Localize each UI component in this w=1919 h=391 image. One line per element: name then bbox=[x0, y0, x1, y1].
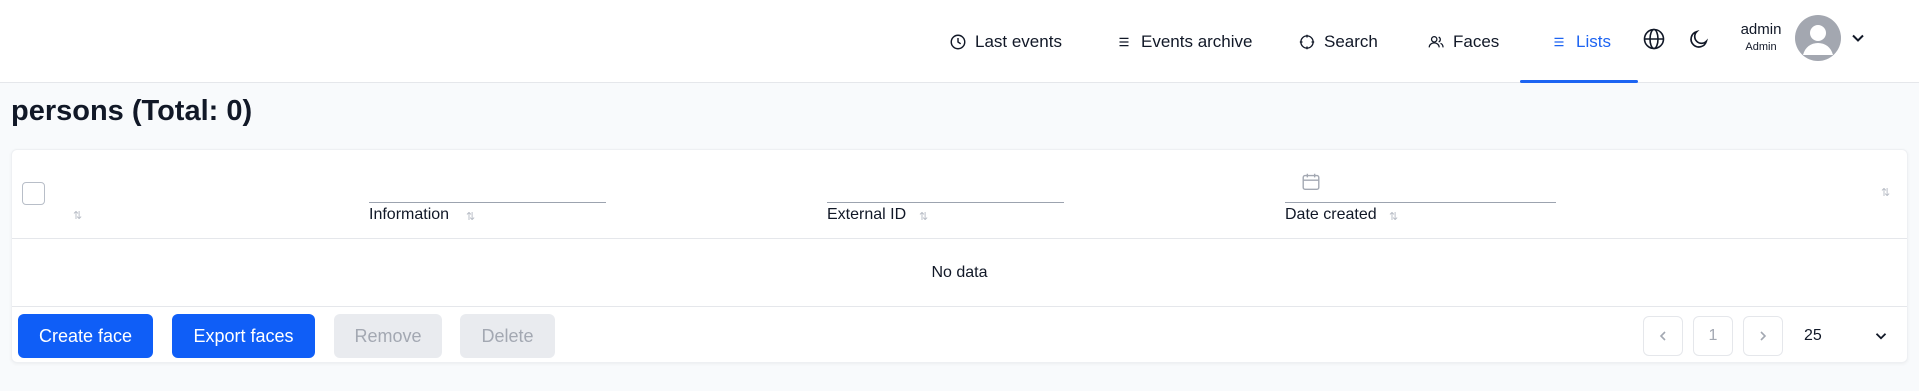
list-icon bbox=[1119, 37, 1129, 46]
search-icon bbox=[1299, 34, 1315, 49]
table-header: ⇅ Information ⇅ External ID ⇅ Date creat… bbox=[12, 150, 1907, 239]
column-header-external-id: External ID bbox=[827, 206, 907, 223]
persons-table-card: ⇅ Information ⇅ External ID ⇅ Date creat… bbox=[11, 149, 1908, 363]
export-faces-button[interactable]: Export faces bbox=[172, 314, 315, 358]
page-size-value: 25 bbox=[1804, 327, 1822, 344]
delete-button: Delete bbox=[460, 314, 555, 358]
select-all-checkbox[interactable] bbox=[22, 182, 45, 205]
user-avatar-icon bbox=[1803, 25, 1833, 55]
date-created-filter-input[interactable] bbox=[1285, 202, 1556, 203]
nav-faces[interactable]: Faces bbox=[1427, 0, 1499, 83]
remove-button: Remove bbox=[334, 314, 442, 358]
language-button[interactable] bbox=[1641, 26, 1667, 52]
chevron-down-icon bbox=[1875, 333, 1887, 340]
theme-toggle-button[interactable] bbox=[1686, 26, 1712, 52]
avatar[interactable] bbox=[1795, 15, 1841, 61]
information-filter-input[interactable] bbox=[369, 202, 606, 203]
page-number-button[interactable]: 1 bbox=[1693, 316, 1733, 356]
nav-last-events-label: Last events bbox=[975, 31, 1062, 51]
clock-icon bbox=[950, 34, 966, 49]
top-navigation-bar: Last events Events archive Search Faces … bbox=[0, 0, 1919, 83]
next-page-button bbox=[1743, 316, 1783, 356]
create-face-button[interactable]: Create face bbox=[18, 314, 153, 358]
nav-faces-label: Faces bbox=[1453, 31, 1500, 51]
nav-events-archive[interactable]: Events archive bbox=[1115, 0, 1253, 83]
nav-search-label: Search bbox=[1324, 31, 1378, 51]
moon-icon bbox=[1690, 29, 1709, 48]
user-name: admin bbox=[1740, 21, 1782, 38]
column-header-information: Information bbox=[369, 206, 450, 223]
external-id-filter-input[interactable] bbox=[827, 202, 1064, 203]
chevron-left-icon bbox=[1659, 331, 1666, 341]
column-header-date-created: Date created bbox=[1285, 206, 1377, 223]
nav-lists-label: Lists bbox=[1576, 31, 1611, 51]
calendar-icon[interactable] bbox=[1300, 171, 1322, 193]
empty-state: No data bbox=[12, 239, 1907, 307]
chevron-right-icon bbox=[1760, 331, 1767, 341]
user-role: Admin bbox=[1745, 41, 1777, 53]
nav-search[interactable]: Search bbox=[1298, 0, 1378, 83]
list-icon bbox=[1554, 37, 1564, 46]
users-icon bbox=[1428, 35, 1444, 47]
chevron-down-icon[interactable] bbox=[1848, 28, 1868, 48]
sort-icon[interactable]: ⇅ bbox=[73, 210, 83, 222]
sort-icon[interactable]: ⇅ bbox=[1389, 211, 1399, 223]
page-title: persons (Total: 0) bbox=[11, 95, 253, 127]
sort-icon[interactable]: ⇅ bbox=[919, 211, 929, 223]
nav-events-archive-label: Events archive bbox=[1141, 31, 1253, 51]
sort-icon[interactable]: ⇅ bbox=[1881, 187, 1891, 199]
page-size-select[interactable]: 25 bbox=[1782, 316, 1898, 356]
nav-lists[interactable]: Lists bbox=[1520, 0, 1638, 83]
nav-last-events[interactable]: Last events bbox=[949, 0, 1062, 83]
prev-page-button bbox=[1643, 316, 1683, 356]
globe-icon bbox=[1643, 28, 1665, 50]
sort-icon[interactable]: ⇅ bbox=[466, 211, 476, 223]
